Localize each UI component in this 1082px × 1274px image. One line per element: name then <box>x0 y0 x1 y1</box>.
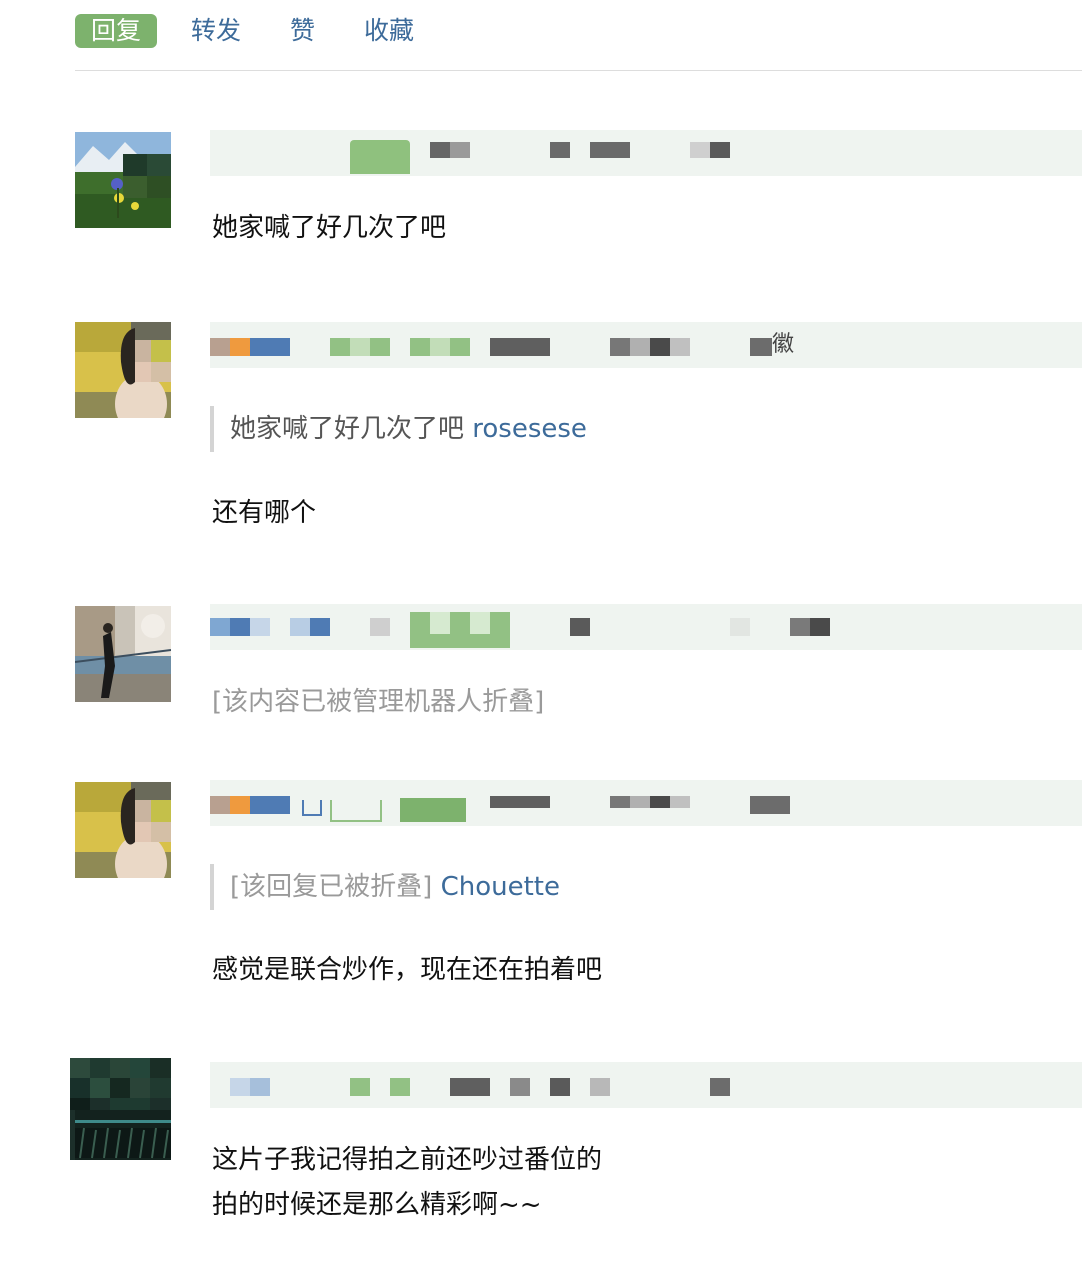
avatar[interactable] <box>75 322 171 418</box>
avatar[interactable] <box>70 1058 171 1160</box>
quote-user-link[interactable]: rosesese <box>472 414 587 444</box>
comment-meta <box>210 780 1082 826</box>
comment-text: 感觉是联合炒作，现在还在拍着吧 <box>212 955 603 985</box>
avatar[interactable] <box>75 606 171 702</box>
collect-button[interactable]: 收藏 <box>364 14 414 48</box>
quote-block: [该回复已被折叠] Chouette <box>210 864 560 910</box>
avatar[interactable] <box>75 132 171 228</box>
comment-meta: 徽 <box>210 322 1082 368</box>
folded-notice: [该内容已被管理机器人折叠] <box>212 687 545 717</box>
comment-text-line-2: 拍的时候还是那么精彩啊~~ <box>212 1190 542 1220</box>
comment-text: 还有哪个 <box>212 498 317 528</box>
quote-text: 她家喊了好几次了吧 <box>230 414 465 444</box>
meta-fragment: 徽 <box>772 332 795 357</box>
quote-block: 她家喊了好几次了吧 rosesese <box>210 406 587 452</box>
comment-meta <box>210 604 1082 650</box>
action-bar: 回复 转发 赞 收藏 <box>75 14 1082 71</box>
comment-text-line-1: 这片子我记得拍之前还吵过番位的 <box>212 1145 603 1175</box>
comment-meta <box>210 1062 1082 1108</box>
avatar[interactable] <box>75 782 171 878</box>
reply-button[interactable]: 回复 <box>75 14 158 48</box>
comment-text: 她家喊了好几次了吧 <box>212 213 447 243</box>
comment-meta <box>210 130 1082 176</box>
like-button[interactable]: 赞 <box>290 14 315 48</box>
forward-button[interactable]: 转发 <box>191 14 241 48</box>
quote-text: [该回复已被折叠] <box>230 872 433 902</box>
quote-user-link[interactable]: Chouette <box>441 872 560 902</box>
